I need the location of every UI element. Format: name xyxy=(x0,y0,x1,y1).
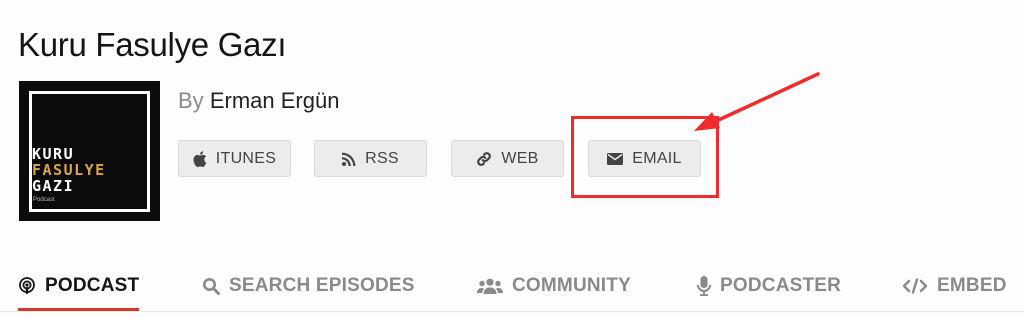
podcast-tabs: PODCAST SEARCH EPISODES COMMUNITY PODCAS… xyxy=(0,262,1024,317)
tab-podcaster-label: PODCASTER xyxy=(720,275,842,296)
tab-podcast[interactable]: PODCAST xyxy=(18,262,140,311)
tab-embed[interactable]: EMBED xyxy=(902,262,1007,310)
code-icon xyxy=(902,278,928,294)
tab-search-episodes-label: SEARCH EPISODES xyxy=(229,275,415,296)
microphone-icon xyxy=(697,276,711,296)
tab-community[interactable]: COMMUNITY xyxy=(477,262,631,310)
tab-search-episodes[interactable]: SEARCH EPISODES xyxy=(202,262,415,310)
tab-community-label: COMMUNITY xyxy=(512,275,631,296)
tab-podcast-label: PODCAST xyxy=(45,275,140,296)
tab-embed-label: EMBED xyxy=(937,275,1007,296)
tabs-divider xyxy=(0,311,1024,312)
podcast-icon xyxy=(19,277,35,294)
search-icon xyxy=(203,278,220,295)
users-icon xyxy=(477,278,503,294)
tab-podcaster[interactable]: PODCASTER xyxy=(697,262,841,310)
